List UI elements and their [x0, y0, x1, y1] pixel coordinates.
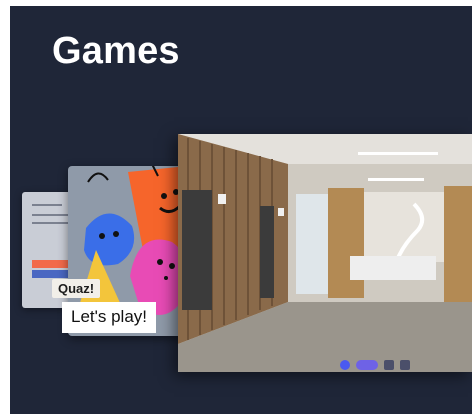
lets-play-caption: Let's play! — [62, 302, 157, 333]
quiz-tag-label: Quaz! — [52, 279, 101, 298]
blue-blob-shape — [84, 213, 135, 266]
slide-line — [32, 204, 62, 206]
slide-line — [32, 222, 72, 224]
scene-toolbar — [340, 356, 410, 374]
elevator-door — [260, 206, 274, 298]
avatar-icon[interactable] — [340, 360, 350, 370]
elevator-door — [182, 190, 212, 310]
toolbar-square-button[interactable] — [384, 360, 394, 370]
office-lobby-illustration — [178, 134, 472, 372]
toolbar-pill-button[interactable] — [356, 360, 378, 370]
lobby-scene-preview[interactable] — [178, 134, 472, 372]
section-title: Games — [52, 30, 180, 72]
games-section: Games Quaz! Let's play! — [10, 6, 472, 414]
toolbar-square-button[interactable] — [400, 360, 410, 370]
